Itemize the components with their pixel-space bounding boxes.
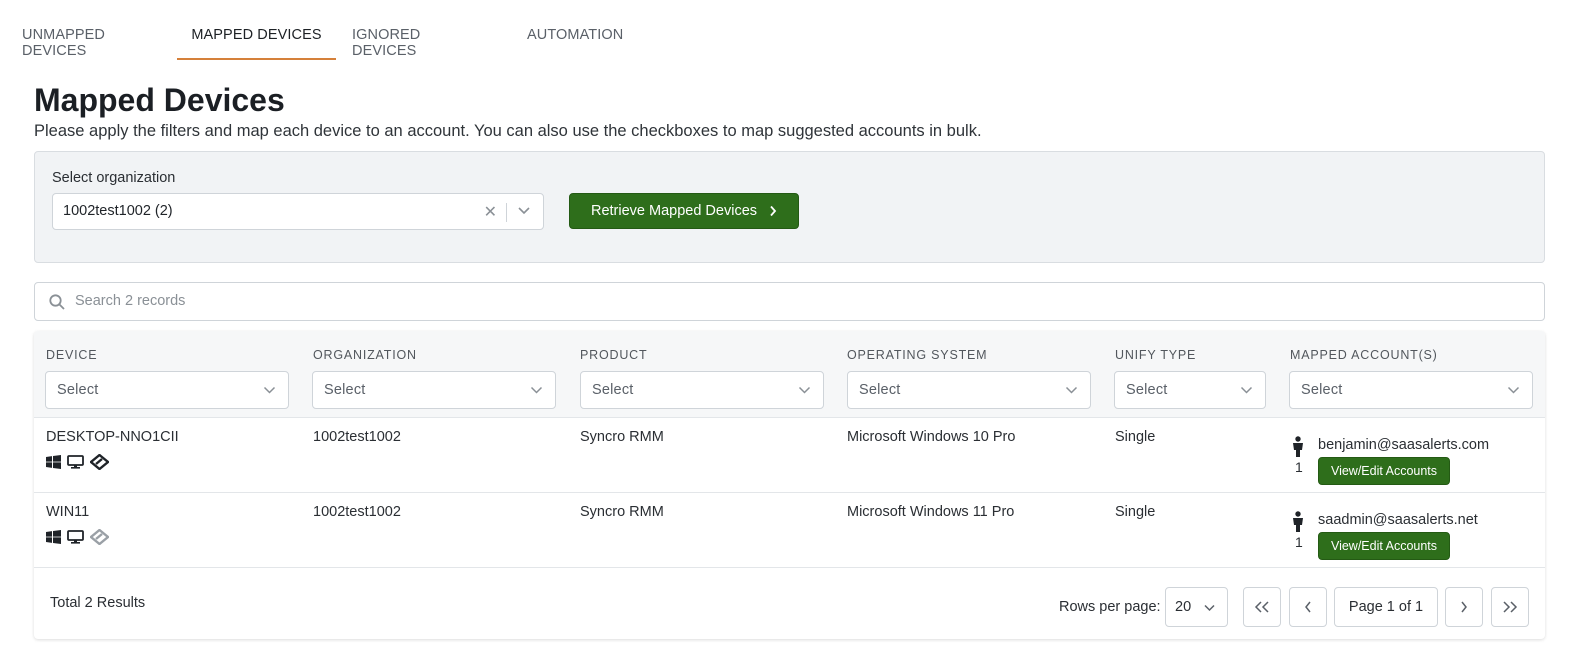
last-page-button[interactable] [1491, 587, 1529, 627]
select-divider [506, 203, 507, 222]
column-header-organization: ORGANIZATION [313, 348, 417, 362]
desktop-icon [67, 530, 84, 544]
rows-per-page-label: Rows per page: [1059, 599, 1161, 615]
organization-select-value: 1002test1002 (2) [63, 203, 173, 219]
device-name: DESKTOP-NNO1CII [46, 429, 179, 445]
desktop-icon [67, 455, 84, 469]
tab-mapped-devices[interactable]: MAPPED DEVICES [177, 0, 336, 60]
filter-panel: Select organization 1002test1002 (2) ✕ R… [34, 151, 1545, 263]
tab-unmapped-devices[interactable]: UNMAPPED DEVICES [22, 0, 166, 60]
tab-automation[interactable]: AUTOMATION [527, 0, 623, 60]
select-placeholder: Select [592, 382, 634, 398]
organization-filter-select[interactable]: Select [312, 371, 556, 409]
account-email: saadmin@saasalerts.net [1318, 512, 1478, 528]
unify-type-cell: Single [1115, 504, 1156, 520]
view-edit-accounts-button[interactable]: View/Edit Accounts [1318, 457, 1450, 485]
chevron-left-icon [1305, 601, 1311, 613]
chevron-right-icon [1461, 601, 1467, 613]
view-edit-accounts-button[interactable]: View/Edit Accounts [1318, 532, 1450, 560]
syncro-icon [90, 529, 109, 545]
person-icon [1293, 511, 1303, 532]
table-header: DEVICE ORGANIZATION PRODUCT OPERATING SY… [34, 331, 1545, 418]
unify-type-filter-select[interactable]: Select [1114, 371, 1266, 409]
account-count: 1 [1295, 534, 1303, 550]
table-row: WIN11 1002test1002 Syncro RMM Microsoft … [34, 493, 1545, 568]
page-indicator: Page 1 of 1 [1334, 587, 1438, 627]
total-count: 2 [84, 595, 93, 611]
column-header-product: PRODUCT [580, 348, 648, 362]
device-filter-select[interactable]: Select [45, 371, 289, 409]
table-row: DESKTOP-NNO1CII 1002test1002 Syncro RMM … [34, 418, 1545, 493]
search-placeholder: Search 2 records [75, 293, 186, 309]
chevron-down-icon[interactable] [517, 206, 531, 216]
previous-page-button[interactable] [1289, 587, 1327, 627]
column-header-device: DEVICE [46, 348, 98, 362]
chevron-down-icon [1240, 386, 1253, 394]
operating-system-filter-select[interactable]: Select [847, 371, 1091, 409]
chevron-down-icon [1507, 386, 1520, 394]
rows-per-page-value: 20 [1175, 599, 1192, 615]
operating-system-cell: Microsoft Windows 11 Pro [847, 504, 1015, 520]
device-icons [46, 529, 109, 545]
column-header-mapped-accounts: MAPPED ACCOUNT(S) [1290, 348, 1438, 362]
organization-filter-label: Select organization [52, 170, 176, 186]
chevron-down-icon [530, 386, 543, 394]
unify-type-cell: Single [1115, 429, 1156, 445]
retrieve-mapped-devices-button[interactable]: Retrieve Mapped Devices [569, 193, 799, 229]
double-chevron-right-icon [1503, 601, 1518, 613]
organization-cell: 1002test1002 [313, 429, 401, 445]
column-header-unify-type: UNIFY TYPE [1115, 348, 1197, 362]
next-page-button[interactable] [1445, 587, 1483, 627]
mapped-devices-table: DEVICE ORGANIZATION PRODUCT OPERATING SY… [34, 331, 1545, 639]
account-count: 1 [1295, 459, 1303, 475]
chevron-right-icon [770, 205, 777, 217]
page-title: Mapped Devices [34, 82, 285, 118]
search-icon [49, 294, 65, 310]
chevron-down-icon [1065, 386, 1078, 394]
windows-icon [46, 530, 61, 544]
tab-ignored-devices[interactable]: IGNORED DEVICES [352, 0, 480, 60]
account-email: benjamin@saasalerts.com [1318, 437, 1490, 453]
person-icon [1293, 436, 1303, 457]
select-placeholder: Select [324, 382, 366, 398]
chevron-down-icon [263, 386, 276, 394]
mapped-accounts-filter-select[interactable]: Select [1289, 371, 1533, 409]
search-input[interactable]: Search 2 records [34, 282, 1545, 321]
product-filter-select[interactable]: Select [580, 371, 824, 409]
organization-cell: 1002test1002 [313, 504, 401, 520]
rows-per-page-select[interactable]: 20 [1165, 587, 1228, 627]
windows-icon [46, 455, 61, 469]
organization-select[interactable]: 1002test1002 (2) ✕ [52, 193, 544, 230]
clear-icon[interactable]: ✕ [484, 202, 497, 222]
column-header-operating-system: OPERATING SYSTEM [847, 348, 988, 362]
select-placeholder: Select [859, 382, 901, 398]
select-placeholder: Select [57, 382, 99, 398]
operating-system-cell: Microsoft Windows 10 Pro [847, 429, 1016, 445]
total-prefix: Total [50, 595, 81, 611]
retrieve-button-label: Retrieve Mapped Devices [590, 203, 758, 219]
page-subtitle: Please apply the filters and map each de… [34, 122, 982, 140]
total-suffix: Results [96, 595, 146, 611]
select-placeholder: Select [1126, 382, 1168, 398]
syncro-icon [90, 454, 109, 470]
select-placeholder: Select [1301, 382, 1343, 398]
product-cell: Syncro RMM [580, 504, 664, 520]
chevron-down-icon [1204, 604, 1215, 612]
tab-bar: UNMAPPED DEVICES MAPPED DEVICES IGNORED … [0, 0, 1577, 60]
device-icons [46, 454, 109, 470]
first-page-button[interactable] [1243, 587, 1281, 627]
double-chevron-left-icon [1254, 601, 1269, 613]
total-results: Total 2 Results [50, 595, 145, 611]
product-cell: Syncro RMM [580, 429, 664, 445]
device-name: WIN11 [46, 504, 90, 520]
chevron-down-icon [798, 386, 811, 394]
